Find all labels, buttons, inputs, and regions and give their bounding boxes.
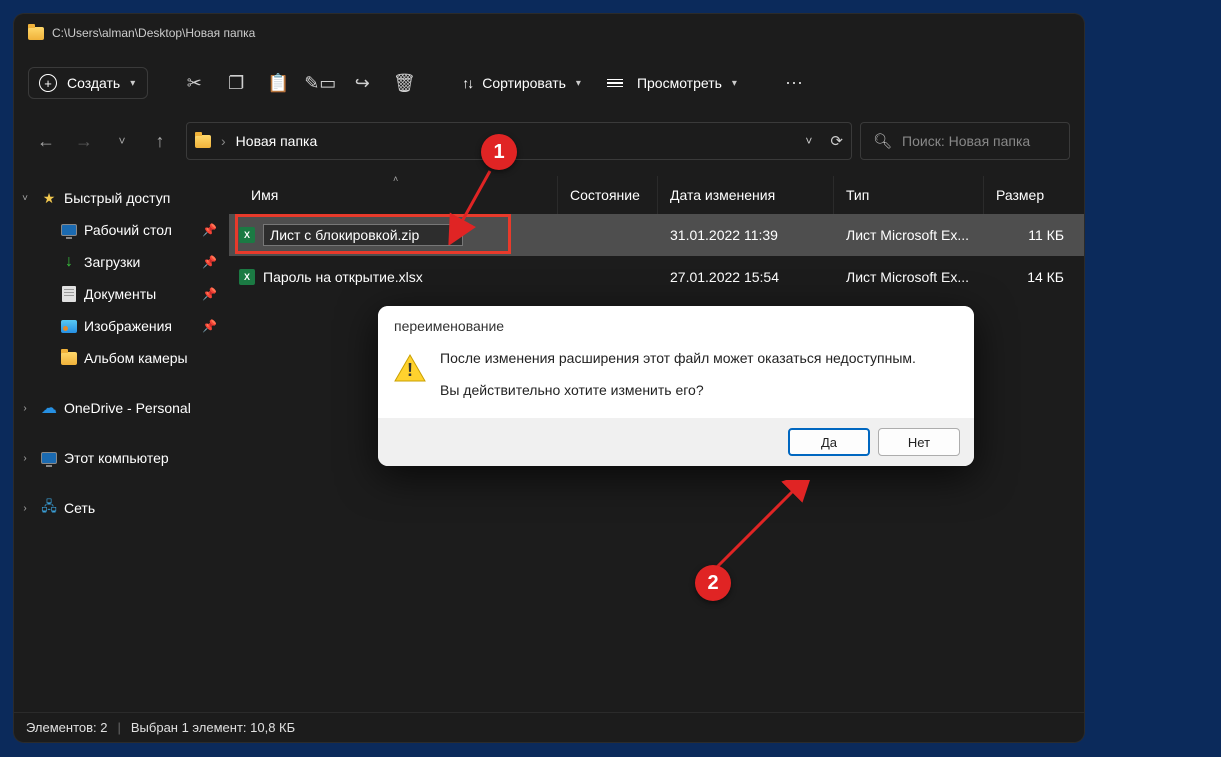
monitor-icon bbox=[41, 452, 57, 464]
pin-icon: 📌 bbox=[202, 287, 217, 301]
file-modified: 31.01.2022 11:39 bbox=[658, 227, 834, 243]
sidebar-downloads[interactable]: · ↓ Загрузки 📌 bbox=[14, 246, 229, 278]
svg-text:!: ! bbox=[407, 360, 413, 380]
forward-button: → bbox=[66, 123, 102, 159]
folder-icon bbox=[61, 352, 77, 365]
chevron-down-icon: ▾ bbox=[732, 78, 737, 89]
pin-icon: 📌 bbox=[202, 223, 217, 237]
status-selection: Выбран 1 элемент: 10,8 КБ bbox=[131, 720, 295, 735]
status-bar: Элементов: 2 | Выбран 1 элемент: 10,8 КБ bbox=[14, 712, 1084, 742]
pin-icon: 📌 bbox=[202, 319, 217, 333]
sidebar-quick-access[interactable]: ˅ ★ Быстрый доступ bbox=[14, 182, 229, 214]
delete-button[interactable]: 🗑 bbox=[384, 65, 424, 101]
paste-button: 📋 bbox=[258, 65, 298, 101]
new-label: Создать bbox=[67, 75, 120, 91]
sidebar-onedrive[interactable]: › ☁ OneDrive - Personal bbox=[14, 392, 229, 424]
pictures-icon bbox=[61, 320, 77, 333]
sidebar-pictures[interactable]: · Изображения 📌 bbox=[14, 310, 229, 342]
sidebar-documents[interactable]: · Документы 📌 bbox=[14, 278, 229, 310]
view-button[interactable]: Просмотреть ▾ bbox=[595, 65, 749, 101]
excel-icon: X bbox=[239, 269, 255, 285]
column-headers: Имя ˄ Состояние Дата изменения Тип Разме… bbox=[229, 176, 1084, 214]
file-row[interactable]: X Лист с блокировкой.zip 31.01.2022 11:3… bbox=[229, 214, 1084, 256]
no-button[interactable]: Нет bbox=[878, 428, 960, 456]
sidebar: ˅ ★ Быстрый доступ · Рабочий стол 📌 · ↓ … bbox=[14, 176, 229, 712]
sidebar-this-pc[interactable]: › Этот компьютер bbox=[14, 442, 229, 474]
annotation-callout-1: 1 bbox=[481, 134, 517, 170]
search-icon: 🔍︎ bbox=[873, 132, 892, 150]
column-name[interactable]: Имя ˄ bbox=[229, 176, 558, 214]
dropdown-icon[interactable]: ˅ bbox=[805, 134, 812, 148]
sidebar-desktop[interactable]: · Рабочий стол 📌 bbox=[14, 214, 229, 246]
share-button[interactable]: ↪ bbox=[342, 65, 382, 101]
search-input[interactable]: 🔍︎ Поиск: Новая папка bbox=[860, 122, 1070, 160]
more-icon: ⋯ bbox=[785, 73, 805, 94]
folder-icon bbox=[195, 135, 211, 148]
dialog-message: После изменения расширения этот файл мож… bbox=[440, 350, 916, 398]
toolbar: + Создать ▾ ✂ ❐ 📋 ✎▭ ↪ 🗑 ↑↓ Сортировать … bbox=[14, 48, 1084, 118]
chevron-right-icon[interactable]: › bbox=[16, 503, 34, 514]
annotation-callout-2: 2 bbox=[695, 565, 731, 601]
file-type: Лист Microsoft Ex... bbox=[834, 227, 984, 243]
status-items: Элементов: 2 bbox=[26, 720, 107, 735]
up-button[interactable]: ↑ bbox=[142, 123, 178, 159]
file-size: 14 КБ bbox=[984, 269, 1084, 285]
rename-confirm-dialog: переименование ! После изменения расшире… bbox=[378, 306, 974, 466]
file-row[interactable]: X Пароль на открытие.xlsx 27.01.2022 15:… bbox=[229, 256, 1084, 298]
chevron-down-icon[interactable]: ˅ bbox=[16, 193, 34, 204]
copy-button[interactable]: ❐ bbox=[216, 65, 256, 101]
search-placeholder: Поиск: Новая папка bbox=[902, 133, 1030, 149]
cloud-icon: ☁ bbox=[41, 398, 57, 418]
pin-icon: 📌 bbox=[202, 255, 217, 269]
file-type: Лист Microsoft Ex... bbox=[834, 269, 984, 285]
new-button[interactable]: + Создать ▾ bbox=[28, 67, 148, 99]
more-button[interactable]: ⋯ bbox=[775, 65, 815, 101]
sort-button[interactable]: ↑↓ Сортировать ▾ bbox=[450, 65, 593, 101]
chevron-right-icon[interactable]: › bbox=[16, 453, 34, 464]
title-bar[interactable]: C:\Users\alman\Desktop\Новая папка bbox=[14, 14, 1084, 48]
window-title: C:\Users\alman\Desktop\Новая папка bbox=[52, 26, 255, 40]
file-modified: 27.01.2022 15:54 bbox=[658, 269, 834, 285]
column-modified[interactable]: Дата изменения bbox=[658, 176, 834, 214]
sidebar-camera-album[interactable]: · Альбом камеры bbox=[14, 342, 229, 374]
dialog-title: переименование bbox=[378, 306, 974, 344]
column-type[interactable]: Тип bbox=[834, 176, 984, 214]
column-state[interactable]: Состояние bbox=[558, 176, 658, 214]
nav-row: ← → ˅ ↑ › Новая папка ˅ ⟳ 🔍︎ Поиск: Нова… bbox=[14, 118, 1084, 176]
chevron-right-icon: › bbox=[221, 133, 226, 149]
sort-icon: ↑↓ bbox=[462, 75, 472, 91]
refresh-button[interactable]: ⟳ bbox=[830, 132, 843, 150]
recent-button[interactable]: ˅ bbox=[104, 123, 140, 159]
excel-icon: X bbox=[239, 227, 255, 243]
chevron-down-icon: ▾ bbox=[576, 78, 581, 89]
download-icon: ↓ bbox=[65, 253, 73, 271]
breadcrumb[interactable]: Новая папка bbox=[236, 133, 318, 149]
chevron-down-icon: ▾ bbox=[130, 78, 135, 89]
yes-button[interactable]: Да bbox=[788, 428, 870, 456]
column-size[interactable]: Размер bbox=[984, 176, 1084, 214]
sort-label: Сортировать bbox=[482, 75, 566, 91]
plus-icon: + bbox=[39, 74, 57, 92]
view-icon bbox=[607, 79, 623, 88]
star-icon: ★ bbox=[43, 190, 56, 207]
documents-icon bbox=[62, 286, 76, 302]
view-label: Просмотреть bbox=[637, 75, 722, 91]
sort-indicator-icon: ˄ bbox=[393, 174, 398, 184]
network-icon: 🖧 bbox=[41, 496, 57, 520]
chevron-right-icon[interactable]: › bbox=[16, 403, 34, 414]
sidebar-network[interactable]: › 🖧 Сеть bbox=[14, 492, 229, 524]
desktop-icon bbox=[61, 224, 77, 236]
back-button[interactable]: ← bbox=[28, 123, 64, 159]
folder-icon bbox=[28, 27, 44, 40]
address-bar[interactable]: › Новая папка ˅ ⟳ bbox=[186, 122, 852, 160]
rename-input[interactable]: Лист с блокировкой.zip bbox=[263, 224, 463, 246]
file-size: 11 КБ bbox=[984, 227, 1084, 243]
rename-button[interactable]: ✎▭ bbox=[300, 65, 340, 101]
cut-button[interactable]: ✂ bbox=[174, 65, 214, 101]
file-name: Пароль на открытие.xlsx bbox=[263, 269, 423, 285]
warning-icon: ! bbox=[394, 354, 426, 382]
